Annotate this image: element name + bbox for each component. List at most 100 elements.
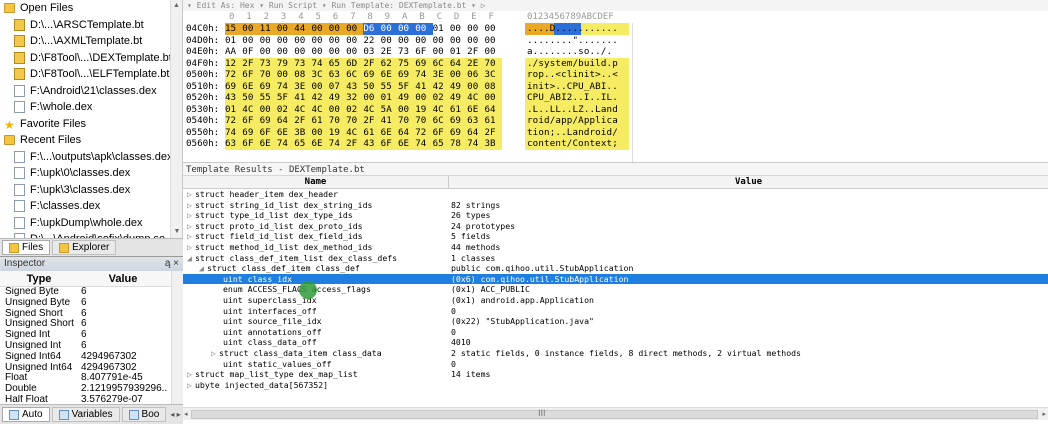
hex-byte[interactable]: 22: [363, 35, 380, 47]
inspector-row[interactable]: Unsigned Short 6: [0, 319, 183, 330]
hex-byte[interactable]: 72: [225, 115, 243, 127]
hex-byte[interactable]: 42: [311, 92, 329, 104]
hex-byte[interactable]: 64: [276, 115, 295, 127]
hex-byte[interactable]: 70: [397, 115, 416, 127]
hex-byte[interactable]: 5F: [276, 92, 295, 104]
hex-byte[interactable]: 6C: [432, 57, 450, 69]
inspector-value[interactable]: 6: [78, 287, 168, 298]
hex-byte[interactable]: 00: [294, 35, 311, 47]
expand-arrow-icon[interactable]: ▷: [187, 231, 195, 242]
template-row[interactable]: ▷ struct proto_id_list dex_proto_ids 24 pr…: [183, 221, 1048, 232]
hex-byte[interactable]: 00: [450, 23, 467, 35]
tree-file-item[interactable]: F:\classes.dex: [0, 198, 182, 215]
hex-byte[interactable]: 6E: [380, 126, 398, 138]
hex-byte[interactable]: 63: [467, 115, 485, 127]
hex-byte[interactable]: 61: [484, 115, 502, 127]
hex-byte[interactable]: 3E: [294, 80, 312, 92]
hex-byte[interactable]: 69: [415, 57, 433, 69]
template-row[interactable]: uint annotations_off 0: [183, 327, 1048, 338]
scroll-down-icon[interactable]: ▼: [171, 226, 183, 238]
template-row[interactable]: uint source_file_idx (0x22) "StubApplicat…: [183, 316, 1048, 327]
hex-byte[interactable]: 2F: [242, 57, 260, 69]
hex-ascii[interactable]: a........so../.: [525, 46, 629, 58]
hex-ascii[interactable]: ........".......: [525, 34, 629, 46]
hex-byte[interactable]: 01: [225, 103, 243, 115]
hex-byte[interactable]: 41: [380, 115, 398, 127]
tree-file-item[interactable]: F:\whole.dex: [0, 99, 182, 116]
hex-byte[interactable]: 2F: [346, 138, 364, 150]
tree-file-item[interactable]: D:\F8Tool\...\DEXTemplate.bt: [0, 50, 182, 67]
template-row[interactable]: ◢ struct class_def_item_list dex_class_de…: [183, 253, 1048, 264]
inspector-row[interactable]: Signed Short 6: [0, 309, 183, 320]
hex-ascii[interactable]: roid/app/Applica: [525, 115, 629, 127]
hex-byte[interactable]: 4C: [242, 103, 260, 115]
template-row[interactable]: ▷ struct class_data_item class_data 2 stat…: [183, 348, 1048, 359]
inspector-value[interactable]: 6: [78, 341, 168, 352]
template-row[interactable]: ▷ struct method_id_list dex_method_ids 44 …: [183, 242, 1048, 253]
hex-byte[interactable]: 00: [277, 46, 294, 58]
expand-arrow-icon[interactable]: ▷: [187, 221, 195, 232]
hex-byte[interactable]: 4C: [363, 103, 381, 115]
hex-byte[interactable]: 6C: [346, 69, 364, 81]
hex-byte[interactable]: 70: [484, 57, 502, 69]
hex-byte[interactable]: 43: [346, 80, 364, 92]
hex-byte[interactable]: 01: [450, 46, 467, 58]
hex-byte[interactable]: 00: [259, 103, 277, 115]
hex-byte[interactable]: 49: [397, 92, 416, 104]
template-row[interactable]: ▷ ubyte injected_data[567352]: [183, 380, 1048, 391]
hex-byte[interactable]: 74: [311, 57, 329, 69]
hex-byte[interactable]: 55: [259, 92, 277, 104]
hex-byte[interactable]: 06: [467, 69, 485, 81]
hex-byte[interactable]: 6D: [346, 57, 364, 69]
hex-byte[interactable]: 07: [328, 80, 347, 92]
hex-byte[interactable]: 69: [449, 126, 468, 138]
hex-row[interactable]: 04D0h: 01 00 00 00 00 00 00 00 22 00 00 00 00 00 00 00..…: [183, 34, 1048, 47]
tab-files[interactable]: Files: [2, 240, 51, 255]
hex-byte[interactable]: 00: [242, 23, 260, 35]
inspector-row[interactable]: Unsigned Int64 4294967302: [0, 363, 183, 374]
hex-byte[interactable]: 50: [363, 80, 381, 92]
template-row[interactable]: ◢ struct class_def_item class_def public c…: [183, 263, 1048, 274]
template-row[interactable]: ▷ struct map_list_type dex_map_list 14 ite…: [183, 369, 1048, 380]
expand-arrow-icon[interactable]: ▷: [187, 200, 195, 211]
hex-byte[interactable]: 00: [242, 35, 259, 47]
hex-byte[interactable]: 78: [449, 138, 468, 150]
hex-byte[interactable]: 73: [259, 57, 277, 69]
hex-byte[interactable]: 6F: [242, 138, 260, 150]
hex-byte[interactable]: 00: [484, 46, 501, 58]
hex-byte[interactable]: 74: [276, 138, 295, 150]
hex-byte[interactable]: 2F: [294, 115, 312, 127]
hex-byte[interactable]: 4C: [432, 103, 450, 115]
hex-byte[interactable]: 00: [311, 23, 329, 35]
hex-byte[interactable]: 08: [294, 69, 312, 81]
inspector-value[interactable]: 6: [78, 330, 168, 341]
hex-byte[interactable]: 00: [277, 35, 294, 47]
hex-row[interactable]: 0530h: 01 4C 00 02 4C 4C 00 02 4C 5A 00 19 4C 61 6E 64 .L…: [183, 103, 1048, 115]
hex-byte[interactable]: 2E: [467, 57, 485, 69]
hex-byte[interactable]: 70: [415, 115, 433, 127]
hex-byte[interactable]: 00: [276, 23, 295, 35]
hex-byte[interactable]: 00: [346, 23, 364, 35]
inspector-scrollbar[interactable]: [171, 271, 183, 405]
tree-file-item[interactable]: F:\Android\21\classes.dex: [0, 83, 182, 100]
hex-byte[interactable]: 02: [432, 92, 450, 104]
hex-byte[interactable]: 00: [276, 69, 295, 81]
hex-byte[interactable]: 6F: [242, 69, 260, 81]
tab-scroll-arrows[interactable]: ◂ ▸: [170, 410, 180, 419]
hex-ascii[interactable]: content/Context;: [525, 138, 629, 150]
hex-byte[interactable]: 00: [329, 46, 346, 58]
hex-byte[interactable]: 70: [328, 115, 347, 127]
hex-row[interactable]: 0520h: 43 50 55 5F 41 42 49 32 00 01 49 00 02 49 4C 00 CP…: [183, 92, 1048, 104]
hex-ascii[interactable]: .L..LL..LZ..Land: [525, 103, 629, 115]
hex-byte[interactable]: 3B: [294, 126, 312, 138]
hex-byte[interactable]: 61: [311, 115, 329, 127]
expand-arrow-icon[interactable]: ▷: [187, 210, 195, 221]
hex-byte[interactable]: 00: [328, 103, 347, 115]
inspector-row[interactable]: Signed Byte 6: [0, 287, 183, 298]
hex-byte[interactable]: 2F: [363, 115, 381, 127]
tree-file-item[interactable]: F:\upk\0\classes.dex: [0, 165, 182, 182]
hex-byte[interactable]: 61: [363, 126, 381, 138]
hex-byte[interactable]: 3B: [484, 138, 502, 150]
hex-byte[interactable]: 00: [260, 46, 277, 58]
inspector-value[interactable]: 2.1219957939296...: [78, 384, 168, 395]
